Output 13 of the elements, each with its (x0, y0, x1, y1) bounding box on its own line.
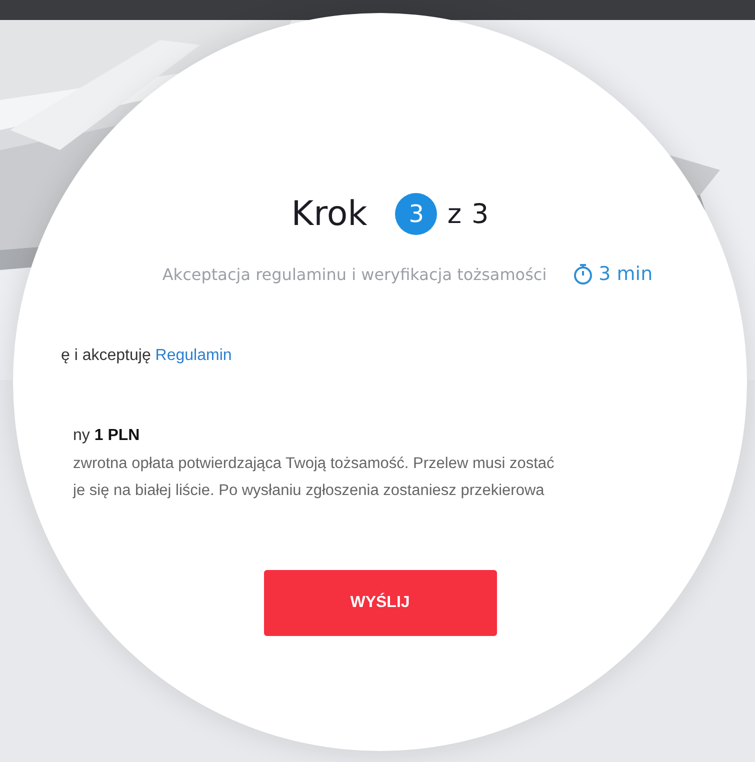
step-number: 3 (395, 193, 438, 235)
duration-label: 3 min (572, 263, 653, 285)
terms-text: ę i akceptuję Regulamin (61, 347, 233, 365)
step-separator: z (447, 198, 462, 230)
step-total: 3 (472, 198, 489, 230)
description-text: zwrotna opłata potwierdzająca Twoją tożsamość. Przelew musi zostać (73, 455, 556, 473)
fee-heading: ny 1 PLN (73, 427, 141, 445)
step-label: Krok (291, 194, 368, 234)
submit-button[interactable]: WYŚLIJ (264, 570, 496, 636)
stopwatch-icon (572, 263, 593, 285)
description-text: je się na białej liście. Po wysłaniu zgłoszenia zostaniesz przekierowa (73, 482, 546, 500)
step-subtitle: Akceptacja regulaminu i weryfikacja tożsamości (162, 264, 547, 284)
terms-link[interactable]: Regulamin (155, 347, 232, 364)
